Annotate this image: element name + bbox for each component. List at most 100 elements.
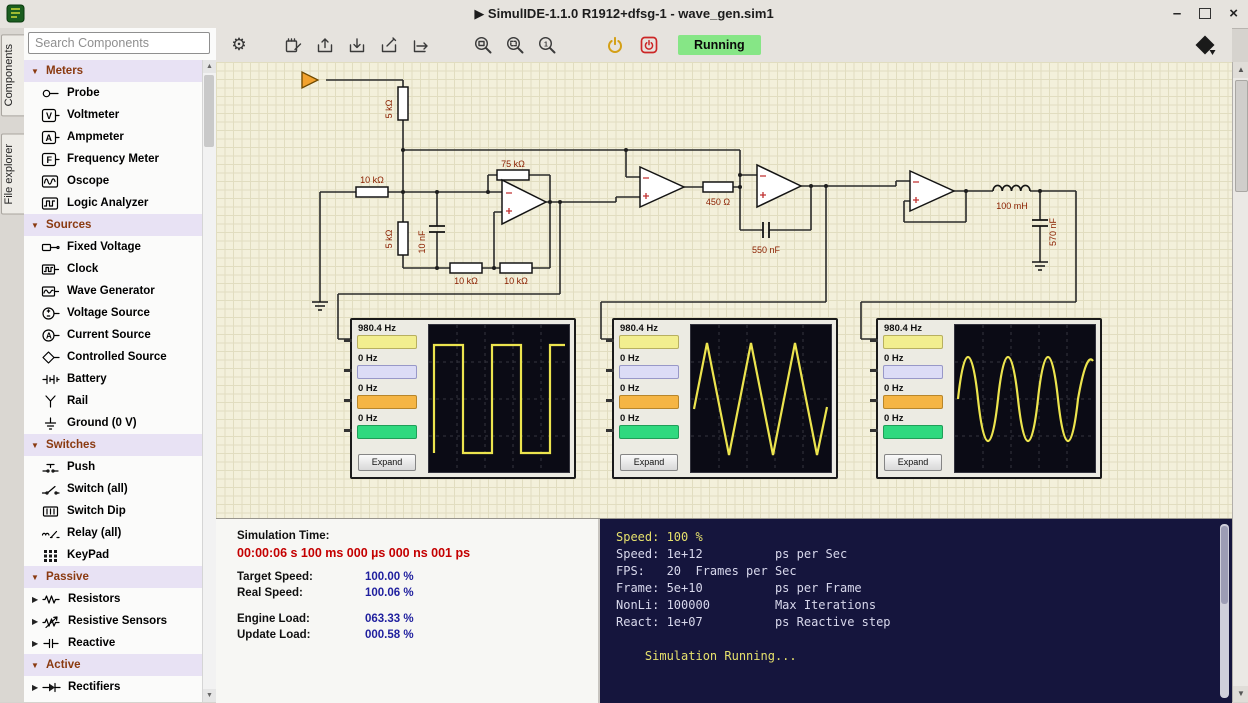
console-line: Frame: 5e+10 ps per Frame [616,580,1216,597]
sidebar-item-controlled-source[interactable]: Controlled Source [24,346,203,368]
tab-components[interactable]: Components [1,34,25,116]
resistor-10k-b2[interactable] [500,263,532,273]
scope-ch1-bar [883,335,943,349]
open-circuit-button[interactable] [312,32,338,58]
scope-ch4-bar [883,425,943,439]
sidebar-item-keypad[interactable]: KeyPad [24,544,203,566]
tab-file-explorer[interactable]: File explorer [1,134,25,215]
capacitor-10nf[interactable] [429,226,445,232]
expand-button[interactable]: Expand [884,454,942,471]
sidebar-item-rail[interactable]: Rail [24,390,203,412]
expand-button[interactable]: Expand [358,454,416,471]
sidebar-item-ground[interactable]: Ground (0 V) [24,412,203,434]
info-panel-toggle[interactable] [1192,32,1218,58]
search-input[interactable] [28,32,210,54]
new-circuit-button[interactable] [280,32,306,58]
resistor-75k-feedback[interactable] [497,170,529,180]
scroll-up-icon[interactable]: ▲ [203,60,216,73]
sidebar-item-voltage-source[interactable]: Voltage Source [24,302,203,324]
sidebar-item-fixed-voltage[interactable]: Fixed Voltage [24,236,203,258]
scroll-down-icon[interactable]: ▼ [203,689,216,702]
scroll-down-icon[interactable]: ▼ [1233,686,1248,702]
save-circuit-button[interactable] [344,32,370,58]
opamp-3[interactable] [757,165,801,207]
sidebar-item-wave-generator[interactable]: Wave Generator [24,280,203,302]
scope-ch2-bar [883,365,943,379]
opamp-2[interactable] [640,167,684,207]
capacitor-570nf[interactable] [1032,220,1048,226]
canvas-scrollbar[interactable]: ▲ ▼ [1232,62,1248,702]
zoom-fit-button[interactable] [470,32,496,58]
zoom-one-button[interactable]: 1 [534,32,560,58]
sidebar-item-reactive[interactable]: ▶Reactive [24,632,203,654]
restore-button[interactable] [1199,4,1211,24]
sidebar-item-frequency-meter[interactable]: FFrequency Meter [24,148,203,170]
sim-time-label: Simulation Time: [237,530,329,542]
clock-icon [41,262,63,277]
close-button[interactable]: × [1229,5,1238,23]
console-line [616,631,1216,648]
ampmeter-icon: A [41,130,63,145]
ground-1[interactable] [312,302,328,310]
components-scrollbar[interactable]: ▲ ▼ [202,60,216,702]
power-on-button[interactable] [602,32,628,58]
resistor-5k-top[interactable] [398,87,408,120]
opamp-4[interactable] [910,171,954,211]
resistor-5k-mid[interactable] [398,222,408,255]
sidebar-item-clock[interactable]: Clock [24,258,203,280]
category-meters[interactable]: ▼Meters [24,60,203,82]
restore-icon [1199,8,1211,19]
expand-button[interactable]: Expand [620,454,678,471]
sidebar-item-oscope[interactable]: Oscope [24,170,203,192]
category-active[interactable]: ▼Active [24,654,203,676]
sidebar-item-resistors[interactable]: ▶Resistors [24,588,203,610]
settings-gear-icon[interactable]: ⚙ [226,32,252,58]
sidebar-item-rectifiers[interactable]: ▶Rectifiers [24,676,203,698]
voltage-rail-source[interactable] [302,72,318,88]
save-circuit-as-button[interactable] [376,32,402,58]
chevron-down-icon: ▼ [31,67,41,76]
zoom-area-button[interactable] [502,32,528,58]
scope-pin [344,399,352,402]
components-panel: ▼Meters Probe VVoltmeter AAmpmeter FFreq… [24,28,217,702]
sidebar-item-probe[interactable]: Probe [24,82,203,104]
circuit-canvas[interactable]: 5 kΩ 75 kΩ 10 kΩ 5 kΩ 10 nF 10 kΩ 10 kΩ … [216,62,1232,518]
sidebar-item-push[interactable]: Push [24,456,203,478]
resistor-450[interactable] [703,182,733,192]
sidebar-item-relay[interactable]: Relay (all) [24,522,203,544]
sidebar-item-logic-analyzer[interactable]: Logic Analyzer [24,192,203,214]
opamp-1[interactable] [502,180,546,224]
sidebar-item-resistive-sensors[interactable]: ▶Resistive Sensors [24,610,203,632]
category-switches[interactable]: ▼Switches [24,434,203,456]
minimize-button[interactable]: – [1173,5,1181,23]
resistor-10k-b1[interactable] [450,263,482,273]
category-passive[interactable]: ▼Passive [24,566,203,588]
ground-2[interactable] [1032,262,1048,270]
frequency-scope-1[interactable]: 980.4 Hz 0 Hz 0 Hz 0 Hz Expand [350,318,576,479]
scope-ch2-bar [357,365,417,379]
scrollbar-thumb[interactable] [1221,526,1228,604]
chevron-down-icon: ▼ [31,661,41,670]
export-circuit-button[interactable] [408,32,434,58]
sidebar-item-battery[interactable]: Battery [24,368,203,390]
sidebar-item-switch-dip[interactable]: Switch Dip [24,500,203,522]
sidebar-item-ampmeter[interactable]: AAmpmeter [24,126,203,148]
scope-ch3-freq: 0 Hz [884,383,946,394]
battery-icon [41,372,63,387]
pause-sim-button[interactable] [636,32,662,58]
sidebar-item-switch[interactable]: Switch (all) [24,478,203,500]
scroll-up-icon[interactable]: ▲ [1233,62,1248,78]
frequency-scope-3[interactable]: 980.4 Hz 0 Hz 0 Hz 0 Hz Expand [876,318,1102,479]
sidebar-item-voltmeter[interactable]: VVoltmeter [24,104,203,126]
console-scrollbar[interactable] [1220,524,1229,698]
capacitor-550nf[interactable] [763,222,769,238]
resistor-10k-input[interactable] [356,187,388,197]
frequency-scope-2[interactable]: 980.4 Hz 0 Hz 0 Hz 0 Hz Expand [612,318,838,479]
scrollbar-thumb[interactable] [204,75,214,147]
sidebar-item-current-source[interactable]: ACurrent Source [24,324,203,346]
inductor-100mh[interactable] [993,185,1030,191]
category-sources[interactable]: ▼Sources [24,214,203,236]
scope-pin [344,369,352,372]
scrollbar-thumb[interactable] [1235,80,1248,192]
svg-text:1: 1 [544,42,548,49]
